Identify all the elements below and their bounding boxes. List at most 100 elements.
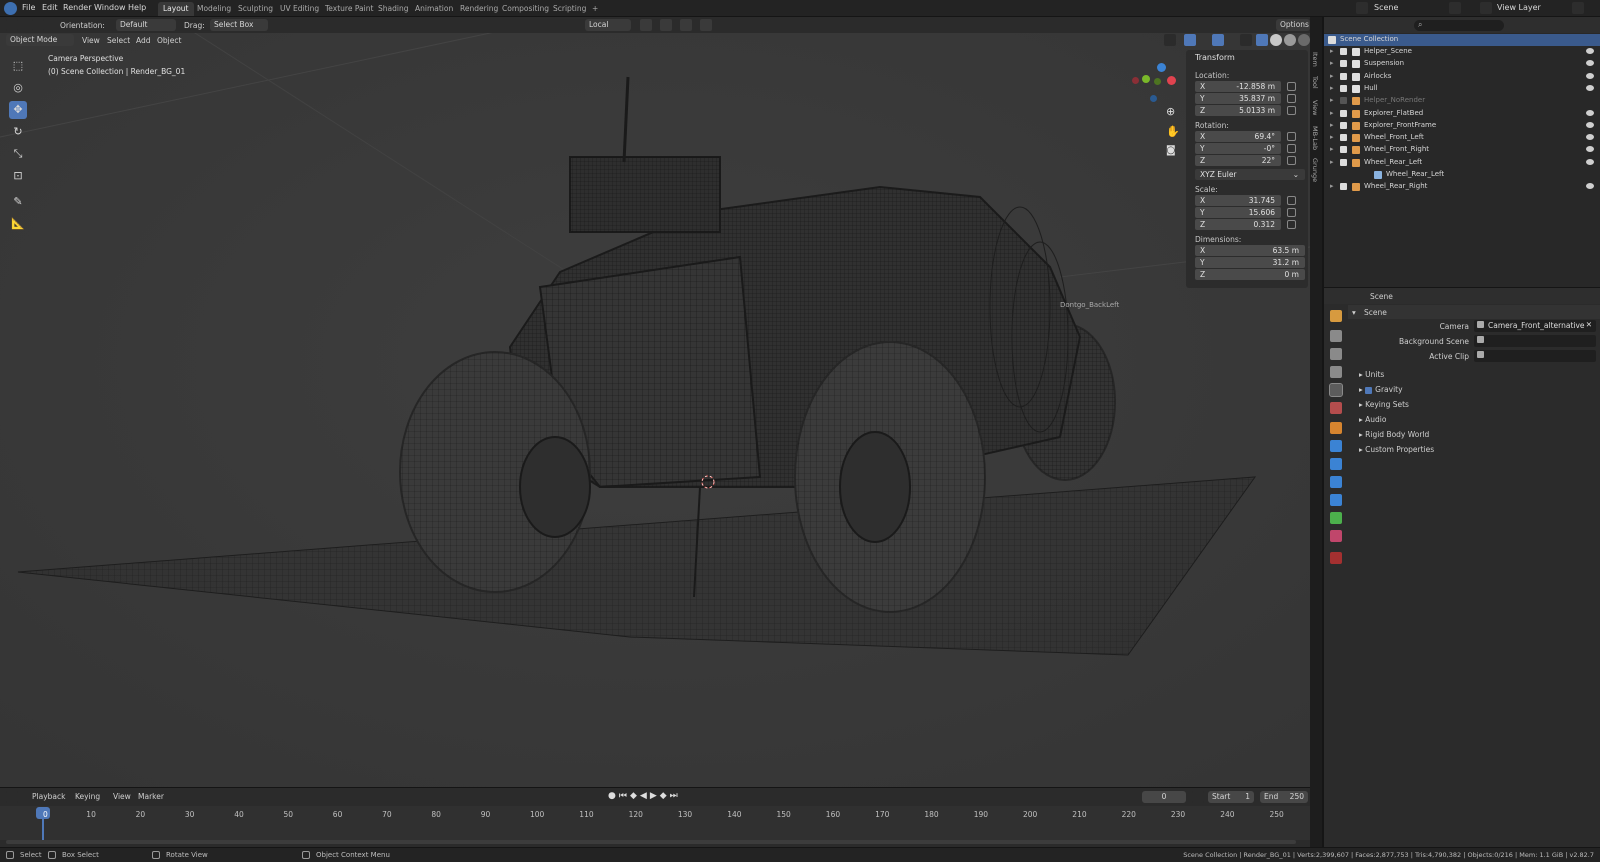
menu-keying[interactable]: Keying <box>75 792 100 801</box>
exclude-checkbox[interactable] <box>1340 183 1347 191</box>
tab-animation[interactable]: Animation <box>410 2 458 16</box>
scale-z-field[interactable]: Z 0.312 <box>1195 219 1281 230</box>
section-gravity[interactable]: ▸ Gravity <box>1359 385 1403 394</box>
zoom-icon[interactable]: ⊕ <box>1166 105 1180 119</box>
visibility-eye-icon[interactable] <box>1586 84 1594 91</box>
outliner-item[interactable]: ▸ Helper_Scene <box>1324 46 1600 58</box>
jump-end-icon[interactable]: ⏭ <box>670 791 681 801</box>
rotation-x-field[interactable]: X 69.4° <box>1195 131 1281 142</box>
constraints-tab-icon[interactable] <box>1330 494 1342 506</box>
drag-dropdown[interactable]: Select Box <box>210 19 268 31</box>
render-tab-icon[interactable] <box>1330 330 1342 342</box>
camera-view-icon[interactable]: ◙ <box>1166 145 1180 159</box>
menu-help[interactable]: Help <box>128 3 146 12</box>
tab-item[interactable]: Item <box>1308 52 1319 67</box>
start-frame-field[interactable]: Start 1 <box>1208 791 1254 803</box>
scene-tab-icon[interactable] <box>1329 383 1343 397</box>
outliner-item[interactable]: ▸ Wheel_Front_Left <box>1324 132 1600 144</box>
outliner-search-input[interactable]: ⌕ <box>1414 20 1504 31</box>
visibility-eye-icon[interactable] <box>1586 72 1594 79</box>
outliner-item[interactable]: ▸ Suspension <box>1324 58 1600 70</box>
exclude-checkbox[interactable] <box>1340 84 1347 92</box>
next-keyframe-icon[interactable]: ◆ <box>660 791 670 801</box>
outliner-editor-type-icon[interactable] <box>1328 19 1340 31</box>
menu-add[interactable]: Add <box>136 36 151 45</box>
lock-icon[interactable] <box>1287 132 1296 141</box>
location-z-field[interactable]: Z 5.0133 m <box>1195 105 1281 116</box>
blender-logo-icon[interactable] <box>4 2 17 15</box>
display-mode-icon[interactable] <box>1352 19 1364 31</box>
rendered-shading-icon[interactable] <box>1298 34 1310 46</box>
scene-panel-header[interactable]: ▾ Scene <box>1348 305 1600 319</box>
dimensions-y-field[interactable]: Y 31.2 m <box>1195 257 1305 268</box>
expand-arrow-icon[interactable]: ▸ <box>1330 121 1334 129</box>
move-tool[interactable]: ✥ <box>9 101 27 119</box>
outliner-item[interactable]: ▸ Hull <box>1324 83 1600 95</box>
scale-y-field[interactable]: Y 15.606 <box>1195 207 1281 218</box>
lock-icon[interactable] <box>1287 208 1296 217</box>
transform-tool[interactable]: ⊡ <box>9 167 27 185</box>
lock-icon[interactable] <box>1287 94 1296 103</box>
visibility-eye-icon[interactable] <box>1586 109 1594 116</box>
section-custom-properties[interactable]: ▸ Custom Properties <box>1359 445 1434 454</box>
section-rigid-body-world[interactable]: ▸ Rigid Body World <box>1359 430 1429 439</box>
tab-compositing[interactable]: Compositing <box>497 2 554 16</box>
exclude-checkbox[interactable] <box>1340 134 1347 142</box>
filter-icon[interactable] <box>1562 19 1574 31</box>
expand-arrow-icon[interactable]: ▸ <box>1330 47 1334 55</box>
snap-icon[interactable] <box>640 19 652 31</box>
camera-field[interactable]: Camera_Front_alternative ✕ <box>1474 320 1596 332</box>
exclude-checkbox[interactable] <box>1340 109 1347 117</box>
expand-arrow-icon[interactable]: ▸ <box>1330 182 1334 190</box>
play-reverse-icon[interactable]: ◀ <box>640 791 650 801</box>
outliner-item[interactable]: ▸ Helper_NoRender <box>1324 95 1600 107</box>
menu-window[interactable]: Window <box>94 3 126 12</box>
tab-scripting[interactable]: Scripting <box>548 2 591 16</box>
expand-arrow-icon[interactable]: ▸ <box>1330 158 1334 166</box>
scene-selector[interactable]: Scene <box>1374 3 1398 12</box>
gizmo-neg-y-icon[interactable] <box>1154 78 1161 85</box>
output-tab-icon[interactable] <box>1330 348 1342 360</box>
visibility-eye-icon[interactable] <box>1586 158 1594 165</box>
physics-tab-icon[interactable] <box>1330 476 1342 488</box>
mode-dropdown[interactable]: Object Mode <box>6 34 74 46</box>
exclude-checkbox[interactable] <box>1340 158 1347 166</box>
menu-timeline-view[interactable]: View <box>113 792 131 801</box>
outliner-item[interactable]: ▸ Wheel_Rear_Right <box>1324 181 1600 193</box>
gizmo-z-axis-icon[interactable] <box>1157 63 1166 72</box>
gizmo-x-axis-icon[interactable] <box>1167 76 1176 85</box>
options-dropdown[interactable]: Options <box>1276 19 1310 31</box>
tab-uv-editing[interactable]: UV Editing <box>275 2 324 16</box>
tab-layout[interactable]: Layout <box>158 2 194 16</box>
cursor-tool[interactable]: ◎ <box>9 79 27 97</box>
menu-edit[interactable]: Edit <box>42 3 58 12</box>
tab-modeling[interactable]: Modeling <box>192 2 236 16</box>
outliner-item[interactable]: ▸ Explorer_FrontFrame <box>1324 120 1600 132</box>
new-view-layer-icon[interactable] <box>1572 2 1584 14</box>
outliner-item[interactable]: ▸ Explorer_FlatBed <box>1324 108 1600 120</box>
section-units[interactable]: ▸ Units <box>1359 370 1384 379</box>
lock-icon[interactable] <box>1287 106 1296 115</box>
exclude-checkbox[interactable] <box>1340 121 1347 129</box>
tab-tool[interactable]: Tool <box>1308 76 1319 89</box>
pin-icon[interactable] <box>1582 290 1594 302</box>
timeline-editor-type-icon[interactable] <box>6 791 18 803</box>
particles-tab-icon[interactable] <box>1330 458 1342 470</box>
tab-view[interactable]: View <box>1308 100 1319 115</box>
section-keying-sets[interactable]: ▸ Keying Sets <box>1359 400 1409 409</box>
active-clip-field[interactable] <box>1474 350 1596 362</box>
scale-x-field[interactable]: X 31.745 <box>1195 195 1281 206</box>
transform-section-header[interactable]: Transform <box>1195 53 1235 62</box>
menu-file[interactable]: File <box>22 3 35 12</box>
lock-icon[interactable] <box>1287 196 1296 205</box>
tab-grunge[interactable]: Grunge <box>1308 158 1319 182</box>
outliner-root-row[interactable]: Scene Collection <box>1324 34 1600 46</box>
visibility-eye-icon[interactable] <box>1586 121 1594 128</box>
prev-keyframe-icon[interactable]: ◆ <box>630 791 640 801</box>
outliner-item[interactable]: ▸ Wheel_Rear_Left <box>1324 157 1600 169</box>
clear-icon[interactable]: ✕ <box>1586 320 1592 329</box>
material-shading-icon[interactable] <box>1284 34 1296 46</box>
play-icon[interactable]: ▶ <box>650 791 660 801</box>
gizmo-neg-z-icon[interactable] <box>1150 95 1157 102</box>
expand-arrow-icon[interactable]: ▸ <box>1330 109 1334 117</box>
